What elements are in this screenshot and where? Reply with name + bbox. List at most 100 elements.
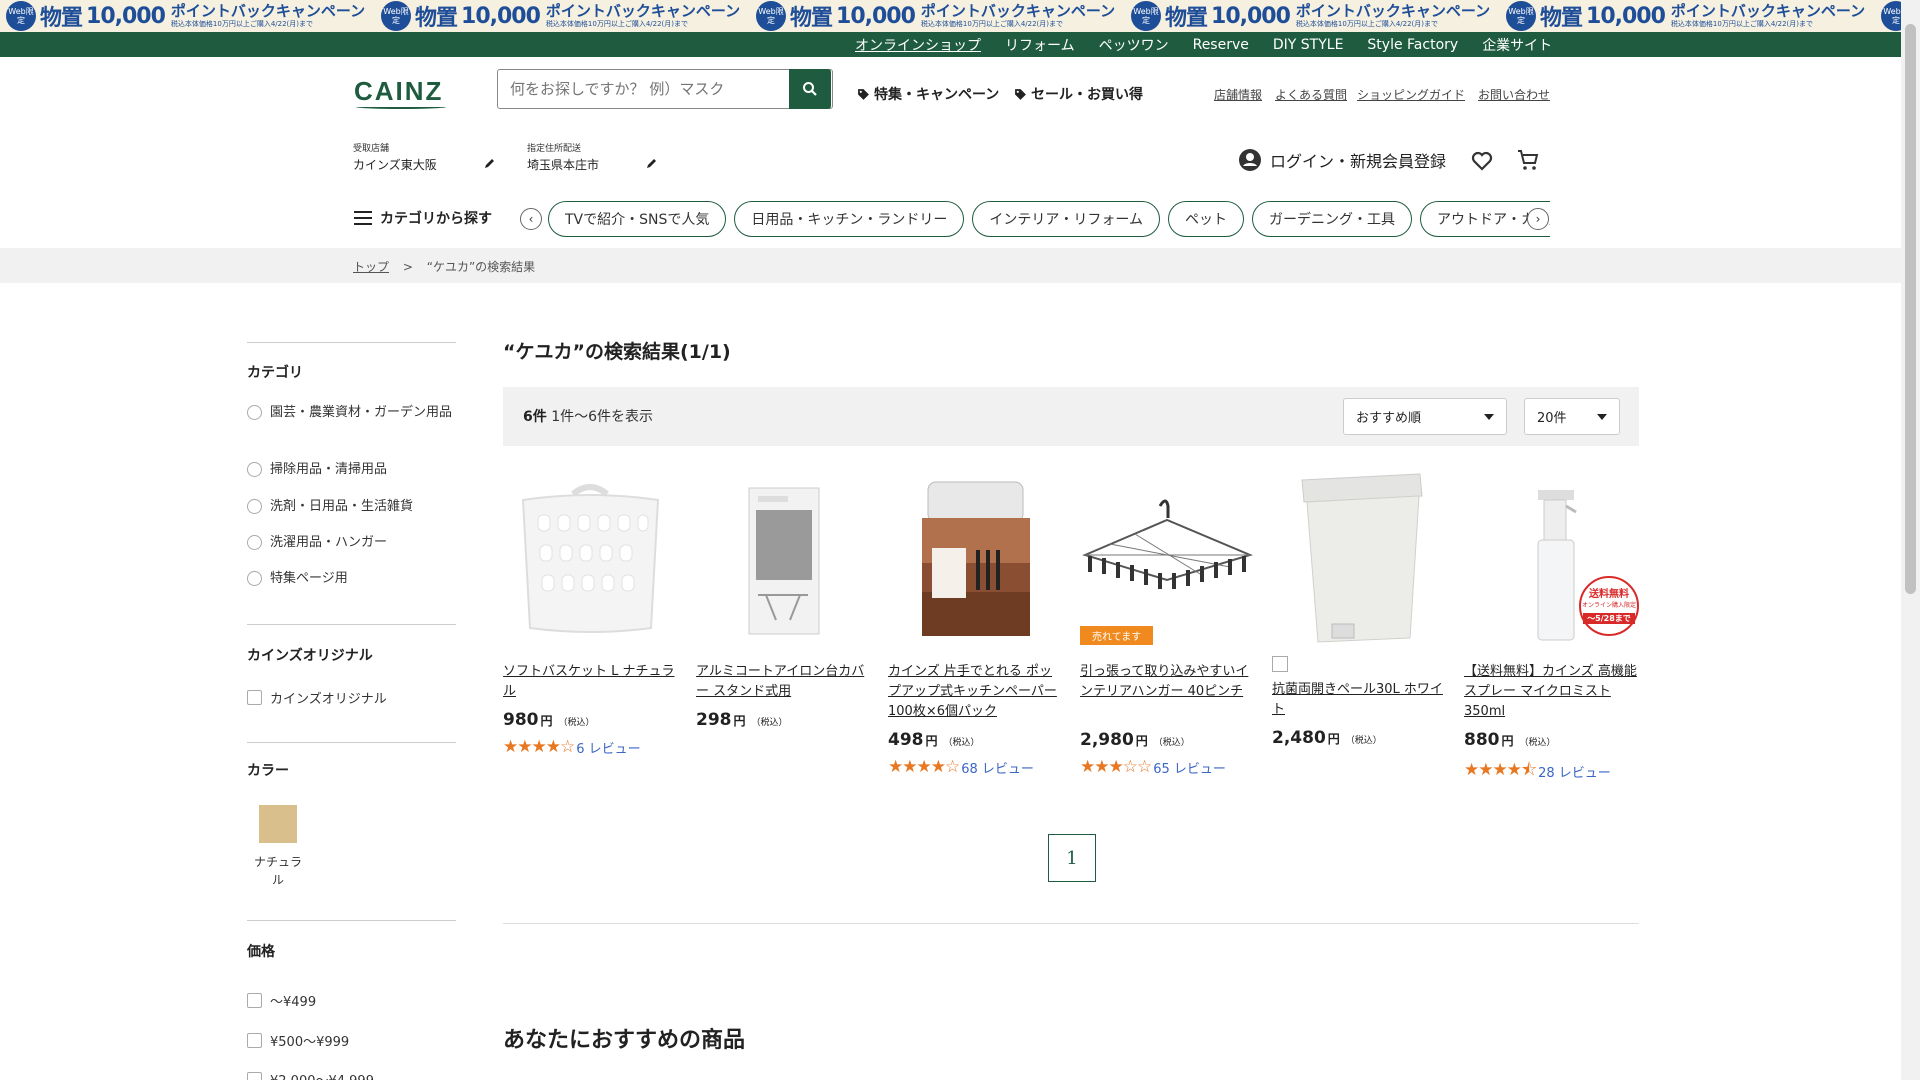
price-option[interactable]: ¥500〜¥999 [247,1031,349,1050]
original-option[interactable]: カインズオリジナル [247,688,387,707]
product-card[interactable]: アルミコートアイロン台カバー スタンド式用 298 円 （税込） [696,470,871,730]
banner-unit[interactable]: Web限定 物置 10,000 ポイントバックキャンペーン 税込本体価格10万円… [1125,0,1500,32]
category-pill[interactable]: ペット [1167,201,1244,237]
product-card[interactable]: ソフトバスケット L ナチュラル 980 円 （税込） ★★★★☆ 6 レビュー [503,470,678,757]
banner-unit[interactable]: Web限定 物置 10,000 ポイントバックキャンペーン 税込本体価格10万円… [375,0,750,32]
product-image[interactable] [696,470,871,650]
banner-main: ポイントバックキャンペーン [545,2,741,20]
banner-main: ポイントバックキャンペーン [1670,2,1866,20]
store-info-link[interactable]: 店舗情報 [1214,86,1262,103]
product-name[interactable]: 【送料無料】カインズ 高機能スプレー マイクロミスト 350ml [1464,662,1639,722]
banner-unit[interactable]: Web限定 物置 10,000 ポイントバックキャンペーン 税込本体価格10万円… [1500,0,1875,32]
filter-divider [247,742,456,743]
cart-icon[interactable] [1516,148,1540,172]
rating-stars: ★★★★☆ [503,737,575,757]
banner-sub: 税込本体価格10万円以上ご購入4/22(月)まで [170,20,314,28]
shopping-guide-link[interactable]: ショッピングガイド [1357,86,1465,103]
campaign-banner[interactable]: Web限定 物置 10,000 ポイントバックキャンペーン 税込本体価格10万円… [0,0,1901,32]
review-link[interactable]: 28 レビュー [1538,762,1611,781]
review-link[interactable]: 68 レビュー [961,758,1034,777]
scrollbar-thumb[interactable] [1905,24,1916,594]
category-pill[interactable]: 日用品・キッチン・ランドリー [734,201,965,237]
radio[interactable] [247,405,262,420]
review-link[interactable]: 65 レビュー [1153,758,1226,777]
product-name[interactable]: アルミコートアイロン台カバー スタンド式用 [696,662,871,702]
per-page-select[interactable]: 20件 [1524,398,1620,435]
product-card[interactable]: 送料無料 オンライン購入限定 ～5/28まで 【送料無料】カインズ 高機能スプレ… [1464,470,1639,781]
search-input[interactable] [498,70,789,108]
banner-sub: 税込本体価格10万円以上ご購入4/22(月)まで [1670,20,1814,28]
price-option[interactable]: ¥2,000〜¥4,999 [247,1070,374,1080]
category-menu-label: カテゴリから探す [380,211,492,227]
banner-unit[interactable]: Web限定 [1875,0,1901,32]
checkbox[interactable] [247,690,262,705]
faq-link[interactable]: よくある質問 [1275,86,1347,103]
edit-delivery-icon[interactable] [646,157,658,169]
banner-prefix: 物置 [1540,6,1583,31]
review-link[interactable]: 6 レビュー [576,738,640,757]
checkbox[interactable] [247,993,262,1008]
page-scrollbar[interactable] [1901,0,1920,1080]
product-rating: ★★★★☆ 6 レビュー [503,737,641,757]
heart-icon[interactable] [1470,148,1494,172]
category-menu-button[interactable]: カテゴリから探す [354,208,492,228]
logo[interactable]: CAINZ [354,76,450,110]
site-nav-style-factory[interactable]: Style Factory [1367,37,1458,53]
rating-stars: ★★★★☆ [888,757,960,777]
checkbox[interactable] [247,1072,262,1080]
sale-link[interactable]: セール・お買い得 [1014,84,1143,104]
category-option[interactable]: 洗剤・日用品・生活雑貨 [247,497,457,517]
tag-icon [1015,88,1026,100]
compare-checkbox[interactable] [1272,656,1288,672]
price-option-label: ¥500〜¥999 [270,1035,350,1050]
breadcrumb-top-link[interactable]: トップ [353,260,389,274]
category-option[interactable]: 洗濯用品・ハンガー [247,533,457,553]
radio[interactable] [247,499,262,514]
price-filter-title: 価格 [247,944,275,960]
category-pill[interactable]: インテリア・リフォーム [972,201,1160,237]
color-swatch-natural[interactable] [259,805,297,843]
category-pill[interactable]: ガーデニング・工具 [1251,201,1412,237]
category-pill[interactable]: TVで紹介・SNSで人気 [548,201,727,237]
edit-store-icon[interactable] [484,157,496,169]
category-option[interactable]: 特集ページ用 [247,569,457,589]
scroll-left-button[interactable]: ‹ [520,208,542,230]
search-button[interactable] [789,69,831,109]
product-name[interactable]: ソフトバスケット L ナチュラル [503,662,678,702]
product-image[interactable] [888,470,1063,650]
campaign-link[interactable]: 特集・キャンペーン [857,84,999,104]
chevron-down-icon [1484,414,1494,420]
radio[interactable] [247,535,262,550]
pagination-page-1[interactable]: 1 [1048,834,1096,882]
product-image[interactable]: 送料無料 オンライン購入限定 ～5/28まで [1464,470,1639,650]
product-image[interactable] [503,470,678,650]
login-link[interactable]: ログイン・新規会員登録 [1238,148,1446,172]
product-image[interactable] [1272,470,1447,672]
scroll-right-button[interactable]: › [1527,208,1549,230]
banner-unit[interactable]: Web限定 物置 10,000 ポイントバックキャンペーン 税込本体価格10万円… [750,0,1125,32]
sort-select[interactable]: おすすめ順 [1343,398,1507,435]
site-nav-corporate[interactable]: 企業サイト [1482,35,1552,55]
product-card[interactable]: 抗菌両開きペール30L ホワイト 2,480 円 （税込） [1272,470,1447,748]
product-card[interactable]: 売れてます 引っ張って取り込みやすいインテリアハンガー 40ピンチ 2,980 円… [1080,470,1255,777]
site-nav-reform[interactable]: リフォーム [1005,35,1075,55]
site-nav-petsone[interactable]: ペッツワン [1099,35,1169,55]
price-option[interactable]: 〜¥499 [247,991,316,1010]
site-nav-diy-style[interactable]: DIY STYLE [1273,37,1344,53]
category-option[interactable]: 園芸・農業資材・ガーデン用品 [247,403,457,423]
category-option[interactable]: 掃除用品・清掃用品 [247,460,457,480]
radio[interactable] [247,462,262,477]
tax-note: （税込） [943,738,980,748]
site-nav-online-shop[interactable]: オンラインショップ [855,35,981,55]
web-badge: Web限定 [6,1,36,31]
banner-unit[interactable]: Web限定 物置 10,000 ポイントバックキャンペーン 税込本体価格10万円… [0,0,375,32]
product-name[interactable]: カインズ 片手でとれる ポップアップ式キッチンペーパー 100枚×6個パック [888,662,1063,722]
contact-link[interactable]: お問い合わせ [1478,86,1550,103]
site-nav-reserve[interactable]: Reserve [1193,37,1249,53]
checkbox[interactable] [247,1033,262,1048]
product-card[interactable]: カインズ 片手でとれる ポップアップ式キッチンペーパー 100枚×6個パック 4… [888,470,1063,777]
product-name[interactable]: 引っ張って取り込みやすいインテリアハンガー 40ピンチ [1080,662,1255,702]
product-name[interactable]: 抗菌両開きペール30L ホワイト [1272,680,1447,720]
radio[interactable] [247,571,262,586]
product-image[interactable]: 売れてます [1080,470,1255,650]
